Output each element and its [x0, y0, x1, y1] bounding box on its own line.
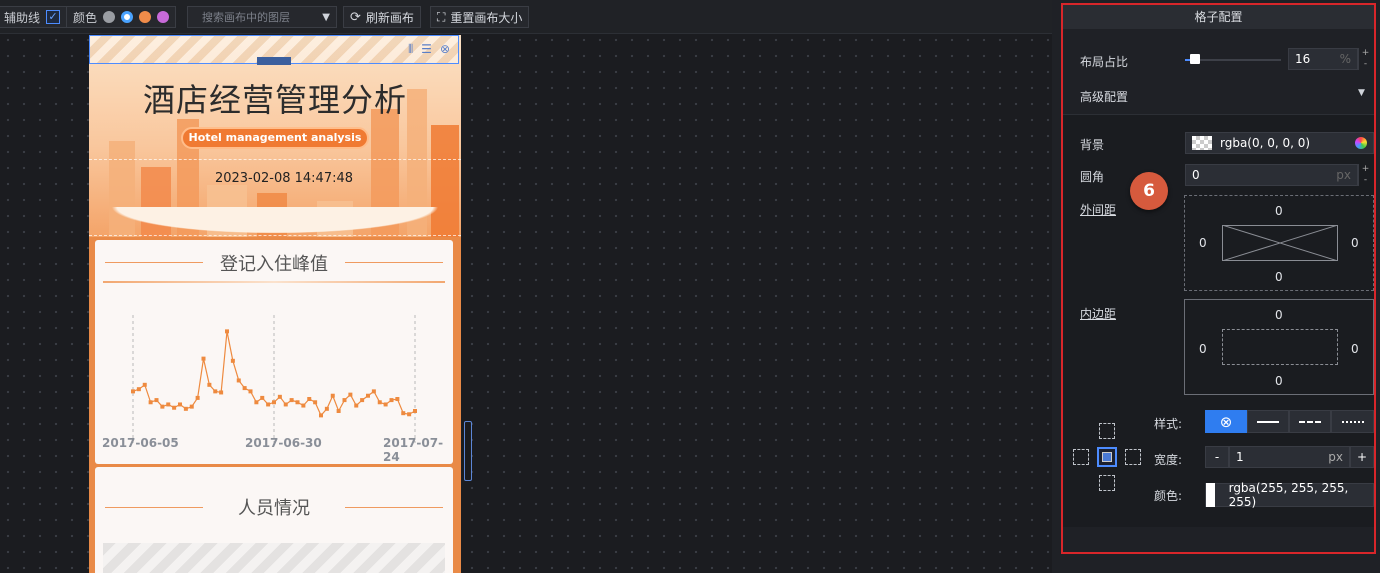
search-placeholder: 搜索画布中的图层 [202, 11, 290, 24]
guides-toggle[interactable]: 辅助线 ✓ [0, 6, 68, 28]
data-point[interactable] [230, 358, 235, 363]
data-point[interactable] [272, 400, 276, 405]
refresh-icon: ⟳ [350, 9, 361, 25]
step-badge: 6 [1130, 172, 1168, 210]
color-swatch-gray[interactable] [103, 11, 116, 23]
data-point[interactable] [172, 405, 177, 410]
data-point[interactable] [319, 413, 323, 418]
highlight-frame [1061, 3, 1376, 554]
data-point[interactable] [324, 406, 329, 411]
data-point[interactable] [236, 378, 241, 383]
data-point[interactable] [248, 389, 253, 394]
guide-line [89, 159, 461, 160]
data-point[interactable] [389, 398, 394, 403]
data-point[interactable] [213, 389, 218, 394]
canvas-toolbar: 辅助线 ✓ 颜色 搜索画布中的图层 ▼ ⟳ 刷新画布 ⛶ 重置画布大小 [0, 0, 1052, 34]
data-point[interactable] [225, 329, 229, 334]
mobile-preview[interactable]: 酒店经营管理分析 Hotel management analysis 2023-… [89, 35, 461, 573]
data-point[interactable] [354, 403, 359, 408]
card-title: 登记入住峰值 [220, 254, 328, 275]
color-picker-group: 颜色 [66, 6, 177, 28]
expand-icon: ⛶ [437, 9, 446, 24]
header-banner[interactable]: 酒店经营管理分析 Hotel management analysis 2023-… [89, 35, 461, 237]
data-point[interactable] [401, 411, 406, 416]
data-point[interactable] [313, 400, 318, 405]
data-point[interactable] [283, 402, 288, 407]
subtitle-pill: Hotel management analysis [181, 127, 369, 149]
data-point[interactable] [166, 402, 171, 407]
data-point[interactable] [383, 402, 388, 407]
data-point[interactable] [242, 386, 247, 391]
refresh-label: 刷新画布 [365, 10, 414, 25]
data-point[interactable] [195, 395, 200, 400]
reset-label: 重置画布大小 [450, 10, 523, 25]
data-point[interactable] [201, 356, 206, 361]
guide-line [89, 235, 461, 236]
data-point[interactable] [289, 398, 294, 403]
reset-canvas-size-button[interactable]: ⛶ 重置画布大小 [430, 6, 530, 28]
title-divider-right [345, 507, 443, 508]
color-label: 颜色 [73, 10, 98, 25]
chevron-down-icon: ▼ [322, 11, 330, 23]
resize-handle[interactable] [257, 57, 291, 65]
data-point[interactable] [407, 412, 412, 417]
checkin-peak-card[interactable]: 登记入住峰值 2017-06-05 2017-06-30 2017-07-24 [95, 240, 453, 464]
vertical-scrollbar[interactable] [464, 421, 472, 481]
data-point[interactable] [260, 395, 265, 400]
data-point[interactable] [371, 389, 376, 394]
data-point[interactable] [254, 400, 259, 405]
menu-icon[interactable]: ☰ [421, 42, 432, 57]
data-point[interactable] [148, 400, 153, 405]
data-point[interactable] [295, 400, 300, 405]
arc-shape [89, 207, 461, 237]
data-point[interactable] [219, 390, 224, 395]
cell-tools: ⫴ ☰ ⊗ [408, 42, 450, 57]
color-swatch-orange[interactable] [139, 11, 152, 23]
data-point[interactable] [142, 382, 147, 387]
data-point[interactable] [183, 406, 188, 411]
placeholder-area [103, 543, 445, 573]
refresh-canvas-button[interactable]: ⟳ 刷新画布 [343, 6, 421, 28]
data-point[interactable] [301, 403, 306, 408]
x-tick-label: 2017-06-05 [102, 436, 179, 450]
color-swatch-blue[interactable] [121, 11, 134, 23]
layer-search-input[interactable]: 搜索画布中的图层 ▼ [187, 6, 337, 28]
data-point[interactable] [178, 402, 182, 407]
guides-label: 辅助线 [4, 10, 41, 25]
data-point[interactable] [207, 382, 212, 387]
data-point[interactable] [154, 398, 159, 403]
data-point[interactable] [413, 409, 417, 413]
data-point[interactable] [342, 398, 347, 403]
split-icon[interactable]: ⫴ [408, 42, 413, 57]
x-tick-label: 2017-06-30 [245, 436, 322, 450]
data-point[interactable] [348, 392, 353, 397]
data-point[interactable] [336, 409, 341, 413]
checkbox-icon[interactable]: ✓ [46, 10, 61, 24]
data-point[interactable] [136, 387, 141, 392]
close-icon[interactable]: ⊗ [440, 42, 450, 57]
data-point[interactable] [266, 402, 271, 407]
personnel-card[interactable]: 人员情况 [95, 467, 453, 573]
data-point[interactable] [277, 394, 282, 399]
data-point[interactable] [377, 400, 382, 405]
data-point[interactable] [307, 397, 312, 401]
data-point[interactable] [366, 393, 370, 398]
datetime-text: 2023-02-08 14:47:48 [214, 171, 354, 186]
data-point[interactable] [360, 398, 365, 403]
data-point[interactable] [330, 393, 335, 398]
page-title: 酒店经营管理分析 [142, 81, 407, 119]
color-swatch-purple[interactable] [157, 11, 170, 23]
x-tick-label: 2017-07-24 [383, 436, 444, 464]
data-point[interactable] [131, 389, 135, 394]
data-point[interactable] [395, 397, 400, 401]
title-divider-right [345, 262, 443, 263]
card-top-border [103, 281, 445, 283]
data-point[interactable] [160, 404, 165, 409]
data-point[interactable] [189, 404, 194, 409]
